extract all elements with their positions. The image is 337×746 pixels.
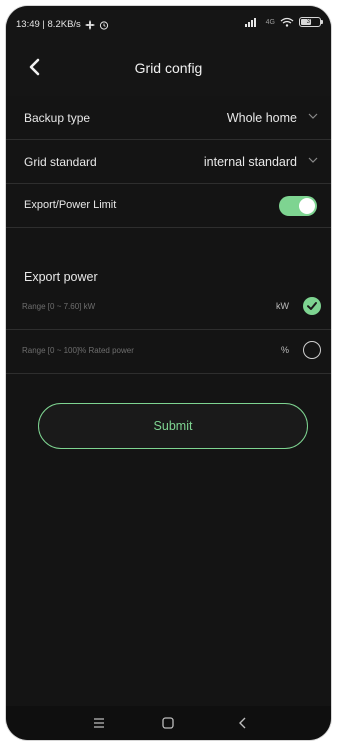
export-power-title: Export power <box>24 270 98 284</box>
status-bar: 13:49 | 8.2KB/s 4G 37 <box>6 6 331 40</box>
backup-type-value: Whole home <box>226 111 297 125</box>
export-power-option-kw[interactable]: Range [0 ~ 7.60] kW kW <box>6 286 331 330</box>
network-type: 4G <box>265 18 275 26</box>
home-icon[interactable] <box>159 714 177 732</box>
export-limit-row: Export/Power Limit <box>6 184 331 228</box>
option-range: Range [0 ~ 100]% Rated power <box>22 346 134 355</box>
chevron-down-icon <box>308 113 318 119</box>
export-limit-toggle[interactable] <box>279 196 317 216</box>
system-nav-bar <box>6 706 331 740</box>
export-limit-label: Export/Power Limit <box>24 199 117 211</box>
percent-radio[interactable] <box>303 341 321 359</box>
kw-radio[interactable] <box>303 297 321 315</box>
option-range: Range [0 ~ 7.60] kW <box>22 302 96 311</box>
page-title: Grid config <box>134 60 203 76</box>
back-nav-icon[interactable] <box>234 714 252 732</box>
battery-level: 37 <box>306 19 314 25</box>
alarm-icon <box>99 20 108 30</box>
status-time-speed: 13:49 | 8.2KB/s <box>16 19 81 30</box>
toggle-knob <box>299 198 315 214</box>
menu-icon[interactable] <box>90 714 108 732</box>
phone-screen: 13:49 | 8.2KB/s 4G 37 Grid config Backup… <box>6 6 331 740</box>
battery-icon: 37 <box>299 17 323 27</box>
signal-icon <box>244 18 256 27</box>
grid-config-form: Backup type Whole home Grid standard int… <box>6 96 331 706</box>
grid-standard-row[interactable]: Grid standard internal standard <box>6 140 331 184</box>
backup-type-label: Backup type <box>24 111 91 125</box>
submit-button[interactable]: Submit <box>38 403 308 449</box>
fan-icon <box>84 19 95 30</box>
option-unit: kW <box>276 301 289 311</box>
check-icon <box>307 302 317 310</box>
app-header: Grid config <box>6 40 331 96</box>
backup-type-row[interactable]: Backup type Whole home <box>6 96 331 140</box>
option-unit: % <box>280 345 289 355</box>
grid-standard-label: Grid standard <box>24 155 97 169</box>
export-power-option-percent[interactable]: Range [0 ~ 100]% Rated power % <box>6 330 331 374</box>
grid-standard-value: internal standard <box>203 155 297 169</box>
chevron-down-icon <box>308 157 318 163</box>
wifi-icon <box>280 17 294 27</box>
